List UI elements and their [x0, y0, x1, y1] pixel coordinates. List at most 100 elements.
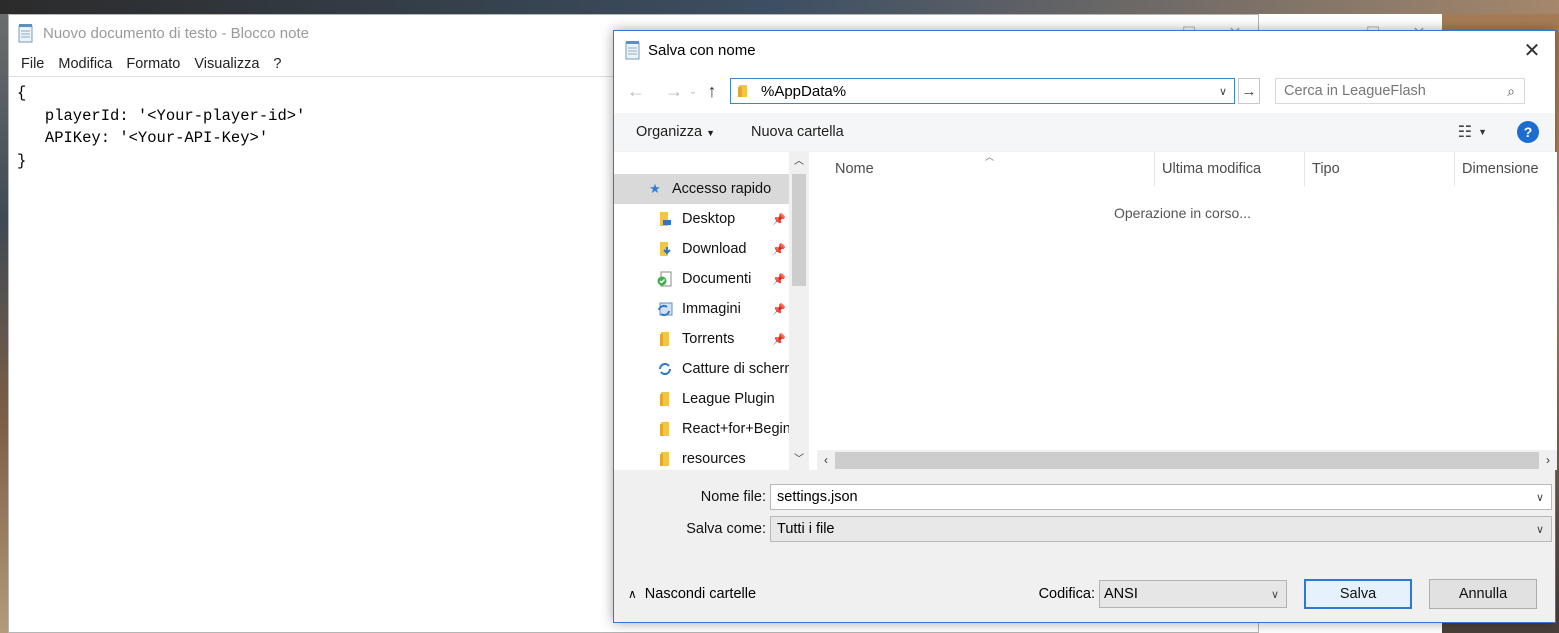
download-folder-icon	[656, 241, 674, 257]
new-folder-button[interactable]: Nuova cartella	[741, 120, 854, 144]
menu-help[interactable]: ?	[266, 56, 288, 72]
caret-down-icon[interactable]: ▼	[1478, 127, 1487, 137]
folder-icon	[656, 421, 674, 437]
encoding-label: Codifica:	[1038, 586, 1095, 602]
scroll-left-icon[interactable]: ‹	[817, 453, 835, 467]
encoding-select[interactable]: ANSI ∨	[1099, 580, 1287, 608]
pin-icon[interactable]: 📌	[771, 243, 787, 256]
close-icon[interactable]: ✕	[1509, 31, 1555, 69]
column-header-name[interactable]: Nome	[809, 152, 1155, 186]
savetype-select[interactable]: Tutti i file ∨	[770, 516, 1552, 542]
nav-label: Accesso rapido	[672, 181, 772, 197]
nav-item-documenti[interactable]: Documenti 📌	[614, 264, 789, 294]
loading-status: Operazione in corso...	[1114, 205, 1251, 221]
nav-label: React+for+Begin	[682, 421, 789, 437]
savetype-label: Salva come:	[686, 521, 766, 537]
savetype-value: Tutti i file	[777, 521, 835, 537]
horizontal-scrollbar[interactable]: ‹ ›	[817, 450, 1557, 470]
view-options-icon[interactable]: ☷	[1458, 122, 1472, 142]
search-icon[interactable]: ⌕	[1498, 83, 1524, 100]
scroll-up-icon[interactable]: ︿	[789, 152, 809, 172]
save-as-dialog: Salva con nome ✕ ← → ⌄ ↑ %AppData% ∨ → ⌕…	[613, 30, 1557, 623]
nav-quick-access[interactable]: ★ Accesso rapido	[614, 174, 789, 204]
back-arrow-icon[interactable]: ←	[624, 79, 648, 103]
chevron-up-icon: ∧	[628, 587, 637, 601]
organize-label: Organizza	[636, 124, 703, 140]
nav-label: Desktop	[682, 211, 736, 227]
organize-button[interactable]: Organizza ▼	[626, 120, 725, 144]
desktop-folder-icon	[656, 211, 674, 227]
notepad-icon	[625, 41, 640, 60]
cancel-button[interactable]: Annulla	[1429, 579, 1537, 609]
nav-item-desktop[interactable]: Desktop 📌	[614, 204, 789, 234]
pin-icon[interactable]: 📌	[771, 303, 787, 316]
menu-file[interactable]: File	[14, 56, 51, 72]
sort-caret-icon: ︿	[985, 152, 995, 162]
filename-row: Nome file: ∨	[614, 483, 1557, 511]
folder-icon	[656, 391, 674, 407]
search-input[interactable]	[1284, 83, 1498, 99]
up-arrow-icon[interactable]: ↑	[700, 79, 724, 103]
pictures-folder-icon	[656, 301, 674, 317]
menu-formato[interactable]: Formato	[119, 56, 187, 72]
scrollbar-thumb[interactable]	[792, 174, 806, 286]
save-button[interactable]: Salva	[1304, 579, 1412, 609]
chevron-down-icon[interactable]: ∨	[1264, 588, 1286, 601]
go-arrow-icon[interactable]: →	[1238, 78, 1260, 104]
address-row: ← → ⌄ ↑ %AppData% ∨ → ⌕	[614, 69, 1555, 113]
sync-folder-icon	[656, 361, 674, 377]
pin-icon[interactable]: 📌	[771, 273, 787, 286]
navigation-pane: ★ Accesso rapido Desktop 📌 Download 📌 Do…	[614, 152, 809, 470]
desktop-background-top	[0, 0, 1559, 14]
nav-label: Download	[682, 241, 747, 257]
file-list-pane: ︿ Nome Ultima modifica Tipo Dimensione O…	[809, 152, 1557, 470]
filename-field[interactable]: ∨	[770, 484, 1552, 510]
nav-item-catture[interactable]: Catture di scherm	[614, 354, 789, 384]
search-box: ⌕	[1275, 78, 1525, 104]
nav-label: Torrents	[682, 331, 735, 347]
chevron-down-icon[interactable]: ∨	[1529, 523, 1551, 536]
folder-icon	[656, 331, 674, 347]
chevron-down-icon[interactable]: ∨	[1212, 85, 1234, 98]
scroll-down-icon[interactable]: ﹀	[789, 450, 809, 470]
folder-icon	[656, 451, 674, 467]
pin-icon[interactable]: 📌	[771, 333, 787, 346]
nav-item-league-plugin[interactable]: League Plugin	[614, 384, 789, 414]
nav-label: Immagini	[682, 301, 741, 317]
scroll-right-icon[interactable]: ›	[1539, 453, 1557, 467]
nav-scrollbar[interactable]: ︿ ﹀	[789, 152, 809, 470]
nav-item-immagini[interactable]: Immagini 📌	[614, 294, 789, 324]
menu-visualizza[interactable]: Visualizza	[187, 56, 266, 72]
address-text: %AppData%	[761, 82, 847, 100]
column-header-type[interactable]: Tipo	[1305, 152, 1455, 186]
nav-item-resources[interactable]: resources	[614, 444, 789, 474]
nav-label: resources	[682, 451, 746, 467]
star-icon: ★	[649, 181, 661, 196]
column-header-size[interactable]: Dimensione	[1455, 152, 1555, 186]
nav-label: League Plugin	[682, 391, 775, 407]
hide-folders-label: Nascondi cartelle	[644, 586, 757, 602]
nav-label: Documenti	[682, 271, 752, 287]
savetype-row: Salva come: Tutti i file ∨	[614, 515, 1557, 543]
address-bar[interactable]: %AppData% ∨	[730, 78, 1235, 104]
chevron-down-icon[interactable]: ∨	[1529, 491, 1551, 504]
column-headers: ︿ Nome Ultima modifica Tipo Dimensione	[809, 152, 1557, 186]
filename-input[interactable]	[771, 489, 1529, 505]
nav-item-torrents[interactable]: Torrents 📌	[614, 324, 789, 354]
desktop-background-left	[0, 14, 8, 633]
documents-folder-icon	[656, 271, 674, 287]
menu-modifica[interactable]: Modifica	[51, 56, 119, 72]
dialog-title: Salva con nome	[648, 41, 756, 59]
dialog-content: ★ Accesso rapido Desktop 📌 Download 📌 Do…	[614, 152, 1557, 470]
recent-locations-chevron-icon[interactable]: ⌄	[686, 79, 700, 103]
nav-item-react[interactable]: React+for+Begin	[614, 414, 789, 444]
notepad-title: Nuovo documento di testo - Blocco note	[43, 24, 309, 42]
column-header-modified[interactable]: Ultima modifica	[1155, 152, 1305, 186]
forward-arrow-icon[interactable]: →	[662, 79, 686, 103]
notepad-icon	[18, 24, 33, 43]
nav-item-download[interactable]: Download 📌	[614, 234, 789, 264]
pin-icon[interactable]: 📌	[771, 213, 787, 226]
help-icon[interactable]: ?	[1517, 121, 1539, 143]
hide-folders-button[interactable]: ∧ Nascondi cartelle	[628, 586, 756, 602]
scrollbar-thumb[interactable]	[835, 451, 1539, 469]
